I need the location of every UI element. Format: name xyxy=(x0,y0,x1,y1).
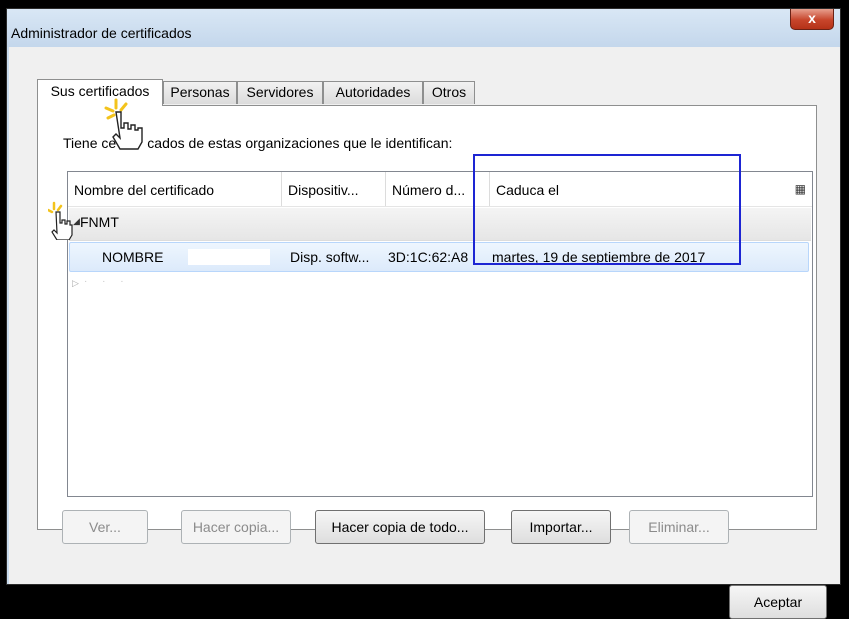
column-label: Dispositiv... xyxy=(288,182,359,198)
title-bar[interactable]: Administrador de certificados x xyxy=(7,9,840,47)
collapsed-arrow-icon[interactable]: ▷ xyxy=(72,278,79,289)
tab-autoridades[interactable]: Autoridades xyxy=(323,81,423,104)
view-button[interactable]: Ver... xyxy=(62,510,148,544)
column-header-name[interactable]: Nombre del certificado xyxy=(68,172,282,206)
tab-otros[interactable]: Otros xyxy=(423,81,475,104)
tab-label: Servidores xyxy=(246,84,314,100)
hand-cursor-icon xyxy=(48,201,73,240)
certificate-manager-window: Administrador de certificados x Sus cert… xyxy=(6,8,841,619)
close-icon: x xyxy=(808,10,816,26)
tab-label: Otros xyxy=(431,84,467,100)
column-label: Número d... xyxy=(392,182,466,198)
redacted-row-text: · · · xyxy=(84,276,130,287)
column-header-device[interactable]: Dispositiv... xyxy=(282,172,386,206)
redacted-block xyxy=(188,249,270,265)
column-label: Nombre del certificado xyxy=(74,182,215,198)
cell-device: Disp. softw... xyxy=(290,249,370,265)
backup-all-button[interactable]: Hacer copia de todo... xyxy=(315,510,485,544)
tab-servidores[interactable]: Servidores xyxy=(237,81,323,104)
hand-cursor-icon xyxy=(104,98,143,150)
button-label: Ver... xyxy=(89,519,121,535)
close-button[interactable]: x xyxy=(790,9,834,30)
import-button[interactable]: Importar... xyxy=(511,510,611,544)
button-label: Aceptar xyxy=(753,594,803,610)
cell-number: 3D:1C:62:A8 xyxy=(388,249,469,265)
cell-name: NOMBRE xyxy=(102,249,164,265)
tab-personas[interactable]: Personas xyxy=(163,81,237,104)
button-label: Hacer copia... xyxy=(192,519,280,535)
button-label: Hacer copia de todo... xyxy=(331,519,469,535)
backup-button[interactable]: Hacer copia... xyxy=(181,510,291,544)
tab-label: Autoridades xyxy=(335,84,411,100)
tab-label: Personas xyxy=(170,84,230,100)
button-label: Eliminar... xyxy=(648,519,710,535)
ok-button[interactable]: Aceptar xyxy=(729,585,827,619)
delete-button[interactable]: Eliminar... xyxy=(629,510,729,544)
annotation-highlight-box xyxy=(473,154,741,265)
button-label: Importar... xyxy=(529,519,593,535)
group-label: FNMT xyxy=(80,214,119,230)
window-title: Administrador de certificados xyxy=(11,25,192,41)
column-picker-icon[interactable]: ▦ xyxy=(795,182,806,196)
